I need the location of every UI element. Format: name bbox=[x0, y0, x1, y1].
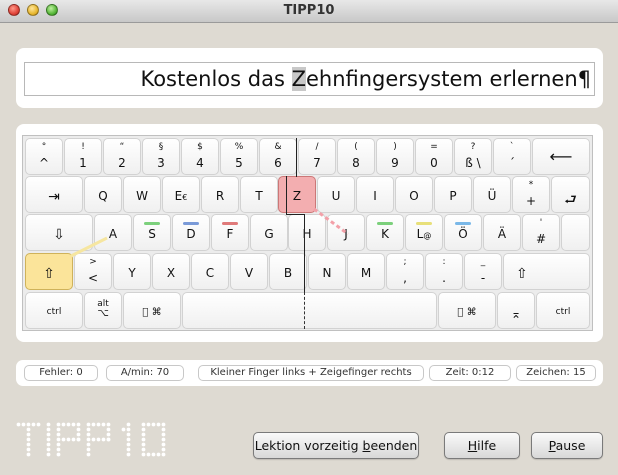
window-title: TIPP10 bbox=[283, 3, 335, 18]
help-button[interactable]: Hilfe bbox=[444, 432, 520, 459]
status-time: Zeit: 0:12 bbox=[429, 365, 511, 381]
tipp10-logo bbox=[16, 422, 166, 457]
title-bar: TIPP10 bbox=[0, 0, 618, 23]
lesson-text-line: Kostenlos das Zehnfingersystem erlernen¶ bbox=[24, 62, 595, 96]
finger-path-right bbox=[313, 207, 349, 236]
status-errors: Fehler: 0 bbox=[24, 365, 98, 381]
lesson-text-after: ehnfingersystem erlernen¶ bbox=[305, 67, 591, 91]
status-hint: Kleiner Finger links + Zeigefinger recht… bbox=[198, 365, 424, 381]
finger-path-overlay bbox=[70, 207, 349, 258]
status-chars: Zeichen: 15 bbox=[516, 365, 596, 381]
status-bar: Fehler: 0 A/min: 70 Kleiner Finger links… bbox=[16, 360, 603, 386]
status-rate: A/min: 70 bbox=[106, 365, 184, 381]
finger-path-left bbox=[70, 236, 108, 258]
virtual-keyboard: ° ^ ! 1 “2 § 3 $4 % 5 & 6 /7 (8 ) 9 = 0 ? ß \ ` ´… bbox=[22, 135, 593, 331]
end-lesson-button[interactable]: Lektion vorzeitig beenden bbox=[253, 432, 419, 459]
pause-button[interactable]: Pause bbox=[531, 432, 603, 459]
lesson-current-char: Z bbox=[291, 67, 306, 91]
lesson-text-before: Kostenlos das bbox=[140, 67, 292, 91]
